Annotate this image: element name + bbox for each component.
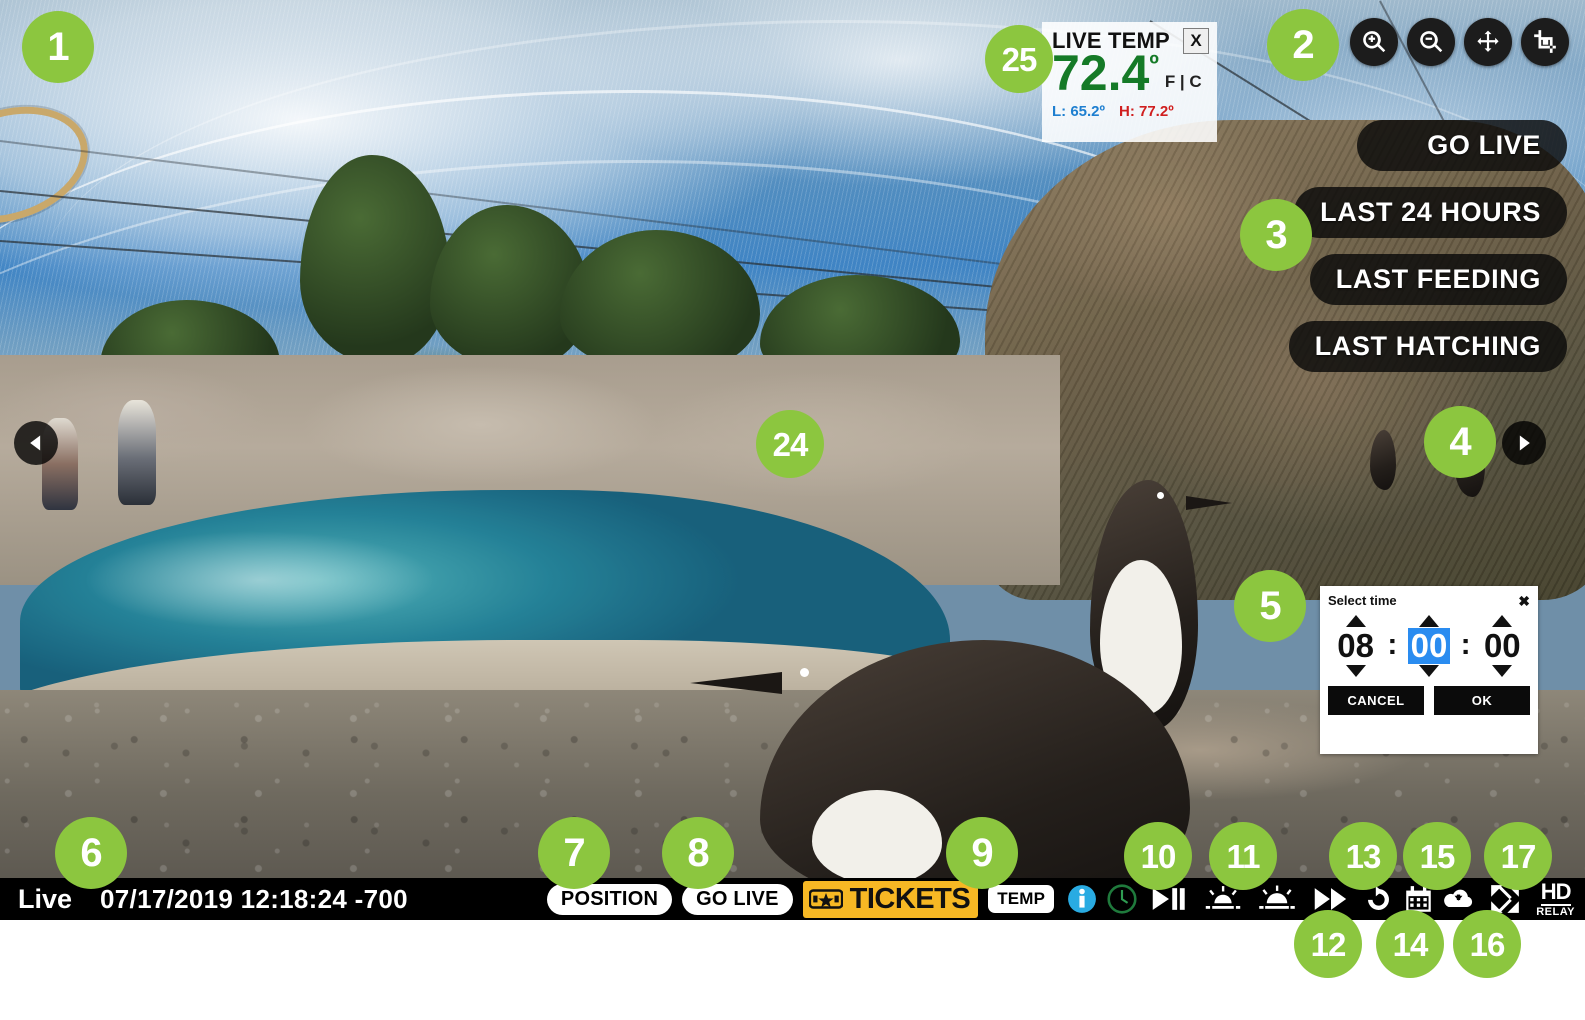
hd-relay-logo[interactable]: HD RELAY <box>1536 878 1575 918</box>
visitor-silhouette <box>118 400 156 505</box>
last-hatching-button[interactable]: LAST HATCHING <box>1288 321 1567 372</box>
chevron-right-icon <box>1519 435 1530 451</box>
hd-relay-relay-text: RELAY <box>1536 905 1575 918</box>
crop-button[interactable] <box>1521 18 1569 66</box>
go-live-preset-button[interactable]: GO LIVE <box>1357 120 1567 171</box>
preset-menu: GO LIVE LAST 24 HOURS LAST FEEDING LAST … <box>1288 120 1567 372</box>
time-dialog-close-button[interactable]: ✖ <box>1518 594 1530 608</box>
last-feeding-button[interactable]: LAST FEEDING <box>1309 254 1567 305</box>
pan-move-button[interactable] <box>1464 18 1512 66</box>
camera-viewer-page: GO LIVE LAST 24 HOURS LAST FEEDING LAST … <box>0 0 1585 1020</box>
caret-down-icon <box>1492 665 1513 678</box>
time-cancel-button[interactable]: CANCEL <box>1328 686 1424 716</box>
live-temp-high: H: 77.2º <box>1119 102 1174 120</box>
annotation-badge-3: 3 <box>1240 199 1312 271</box>
caret-up-icon <box>1345 615 1366 627</box>
seconds-increment-button[interactable] <box>1491 614 1513 628</box>
live-temp-low: L: 65.2º <box>1052 102 1105 120</box>
annotation-badge-7: 7 <box>538 817 610 889</box>
annotation-badge-4: 4 <box>1424 406 1496 478</box>
time-ok-button[interactable]: OK <box>1434 686 1530 716</box>
annotation-badge-10: 10 <box>1124 822 1192 890</box>
timeline-history-button[interactable] <box>1102 879 1142 919</box>
time-dialog-header: Select time ✖ <box>1328 593 1530 608</box>
live-temp-widget: LIVE TEMP X 72.4º F | C L: 65.2º H: 77.2… <box>1042 22 1217 142</box>
annotation-badge-25: 25 <box>985 25 1053 93</box>
minutes-decrement-button[interactable] <box>1418 664 1440 678</box>
seconds-spinner: 00 <box>1475 614 1530 678</box>
live-temp-close-button[interactable]: X <box>1183 28 1209 54</box>
temp-button[interactable]: TEMP <box>988 885 1055 913</box>
annotation-badge-6: 6 <box>55 817 127 889</box>
zoom-out-icon <box>1420 31 1443 53</box>
hd-relay-hd-text: HD <box>1540 878 1571 906</box>
clock-history-icon <box>1107 884 1137 914</box>
hours-value[interactable]: 08 <box>1334 627 1377 664</box>
info-button[interactable] <box>1062 879 1102 919</box>
annotation-badge-14: 14 <box>1376 910 1444 978</box>
time-dialog-actions: CANCEL OK <box>1328 686 1530 716</box>
live-temp-number: 72.4 <box>1052 45 1150 101</box>
minutes-increment-button[interactable] <box>1418 614 1440 628</box>
time-spinners: 08 : 00 : 00 <box>1328 614 1530 678</box>
live-temp-reading: 72.4º F | C <box>1052 48 1209 98</box>
minutes-value[interactable]: 00 <box>1407 627 1451 665</box>
seconds-decrement-button[interactable] <box>1491 664 1513 678</box>
degree-symbol: º <box>1149 48 1159 79</box>
seabird-distant <box>1370 430 1396 490</box>
brightness-up-icon <box>1259 885 1295 909</box>
info-icon <box>1068 885 1097 913</box>
caret-up-icon <box>1418 615 1439 627</box>
live-temp-range: L: 65.2º H: 77.2º <box>1052 103 1209 120</box>
zoom-in-icon <box>1363 31 1386 53</box>
pan-move-icon <box>1477 30 1499 52</box>
seabird-eye <box>1157 492 1164 499</box>
annotation-badge-2: 2 <box>1267 9 1339 81</box>
seabird-foreground-belly <box>812 790 942 885</box>
seconds-value[interactable]: 00 <box>1481 627 1524 664</box>
seabird-foreground-beak <box>690 672 782 694</box>
caret-down-icon <box>1345 665 1366 678</box>
time-dialog-title: Select time <box>1328 593 1397 608</box>
zoom-out-button[interactable] <box>1407 18 1455 66</box>
hours-increment-button[interactable] <box>1345 614 1367 628</box>
annotation-badge-1: 1 <box>22 11 94 83</box>
annotation-badge-11: 11 <box>1209 822 1277 890</box>
seabird-beak <box>1186 496 1232 510</box>
hours-decrement-button[interactable] <box>1345 664 1367 678</box>
fast-forward-icon <box>1314 888 1347 910</box>
annotation-badge-15: 15 <box>1403 822 1471 890</box>
annotation-badge-17: 17 <box>1484 822 1552 890</box>
seabird-foreground-eye <box>800 668 809 677</box>
tickets-button[interactable]: TICKETS <box>802 880 979 918</box>
annotation-badge-9: 9 <box>946 817 1018 889</box>
download-icon <box>1443 889 1472 907</box>
crop-icon <box>1534 30 1556 53</box>
tickets-label: TICKETS <box>849 882 971 915</box>
annotation-badge-16: 16 <box>1453 910 1521 978</box>
time-separator: : <box>1460 628 1471 662</box>
previous-camera-button[interactable] <box>14 421 58 465</box>
time-separator: : <box>1387 628 1398 662</box>
stream-timestamp: 07/17/2019 12:18:24 -700 <box>100 883 408 914</box>
live-temp-value: 72.4º <box>1052 48 1159 98</box>
minutes-spinner: 00 <box>1401 614 1456 678</box>
last-24-hours-button[interactable]: LAST 24 HOURS <box>1294 187 1567 238</box>
select-time-dialog: Select time ✖ 08 : 00: 00 CANCEL OK <box>1320 586 1538 754</box>
next-camera-button[interactable] <box>1502 421 1546 465</box>
caret-up-icon <box>1492 615 1513 627</box>
chevron-left-icon <box>30 435 41 451</box>
annotation-badge-24: 24 <box>756 410 824 478</box>
live-status-label: Live <box>18 883 73 914</box>
annotation-badge-13: 13 <box>1329 822 1397 890</box>
annotation-badge-5: 5 <box>1234 570 1306 642</box>
zoom-toolbar <box>1350 18 1569 66</box>
zoom-in-button[interactable] <box>1350 18 1398 66</box>
ticket-star-icon <box>808 889 843 909</box>
annotation-badge-8: 8 <box>662 817 734 889</box>
temp-unit-toggle[interactable]: F | C <box>1165 72 1202 98</box>
annotation-badge-12: 12 <box>1294 910 1362 978</box>
hours-spinner: 08 <box>1328 614 1383 678</box>
caret-down-icon <box>1418 665 1439 678</box>
